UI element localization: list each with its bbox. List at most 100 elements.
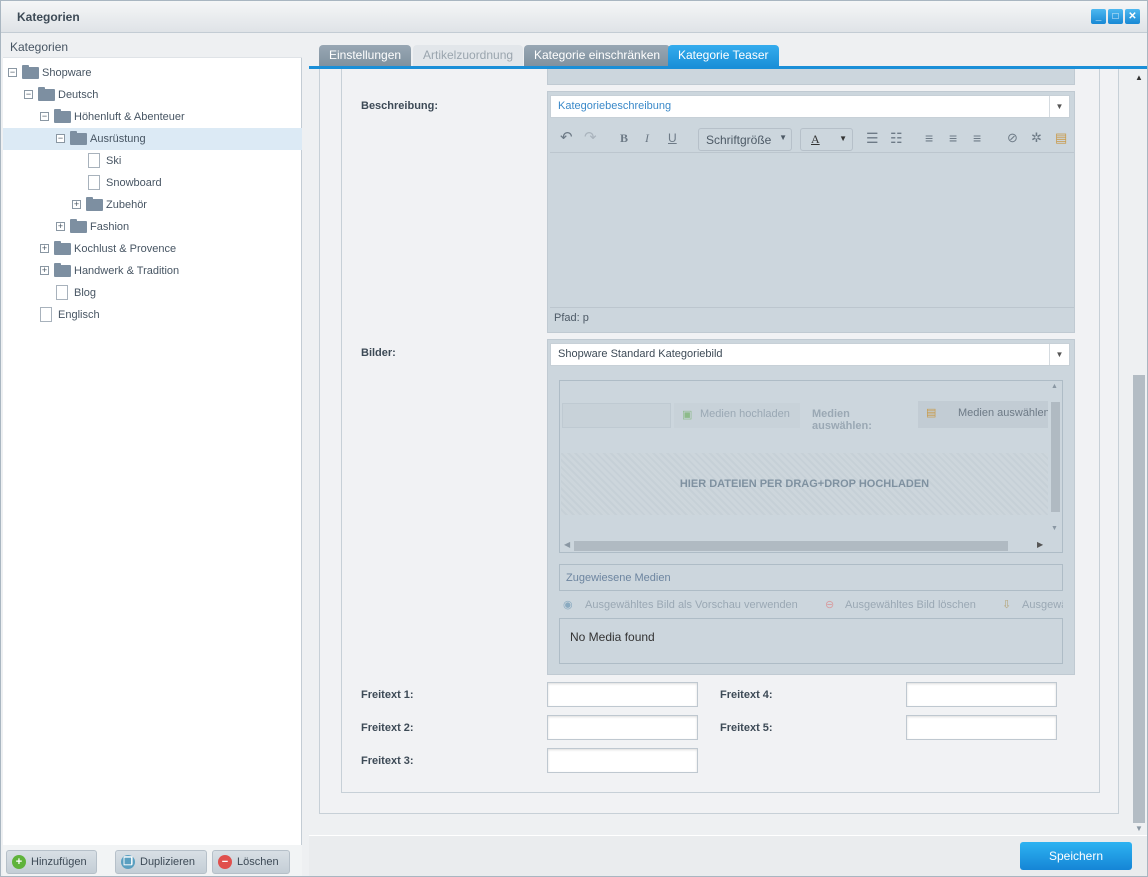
tree-node[interactable]: − Höhenluft & Abenteuer xyxy=(3,106,302,128)
underline-button[interactable]: U xyxy=(668,123,677,153)
freetext-3-label: Freitext 3: xyxy=(361,755,414,767)
assigned-media-toolbar: ◉ Ausgewähltes Bild als Vorschau verwende… xyxy=(563,598,1063,614)
font-color-button[interactable]: A ▼ xyxy=(800,128,853,151)
freetext-3-input[interactable] xyxy=(547,748,698,773)
vertical-scrollbar[interactable]: ▲ ▼ xyxy=(1049,381,1062,539)
images-select[interactable]: Shopware Standard Kategoriebild ▼ xyxy=(550,343,1070,366)
tree-node-label: Blog xyxy=(74,287,97,299)
add-label: Hinzufügen xyxy=(31,856,87,868)
align-center-icon[interactable]: ≡ xyxy=(949,123,957,153)
freetext-1-label: Freitext 1: xyxy=(361,689,414,701)
bold-button[interactable]: B xyxy=(620,123,628,153)
expand-icon[interactable]: + xyxy=(72,200,81,209)
freetext-1-input[interactable] xyxy=(547,682,698,707)
scroll-up-icon[interactable]: ▲ xyxy=(1135,73,1143,82)
tab-artikelzuordnung[interactable]: Artikelzuordnung xyxy=(413,45,524,67)
collapse-icon[interactable]: − xyxy=(56,134,65,143)
assigned-media-header: Zugewiesene Medien xyxy=(559,564,1063,591)
media-icon[interactable]: ▤ xyxy=(1055,123,1067,153)
align-right-icon[interactable]: ≡ xyxy=(973,123,981,153)
tree-node[interactable]: − Shopware xyxy=(3,62,302,84)
save-button[interactable]: Speichern xyxy=(1020,842,1132,870)
tree-node[interactable]: − Deutsch xyxy=(3,84,302,106)
freetext-4-input[interactable] xyxy=(906,682,1057,707)
document-icon xyxy=(88,175,100,190)
scroll-thumb[interactable] xyxy=(574,541,1008,551)
freetext-2-input[interactable] xyxy=(547,715,698,740)
folder-icon xyxy=(54,263,71,277)
form-scrollbar[interactable]: ▲ ▼ xyxy=(1131,69,1147,835)
scroll-down-icon[interactable]: ▼ xyxy=(1051,525,1058,532)
tree-node-label: Zubehör xyxy=(106,199,147,211)
delete-image-action: Ausgewähltes Bild löschen xyxy=(845,599,976,611)
tree-node-label: Kochlust & Provence xyxy=(74,243,177,255)
tree-toolbar: + Hinzufügen ❐ Duplizieren − Löschen xyxy=(3,845,302,876)
italic-button[interactable]: I xyxy=(645,123,649,153)
tab-kategorie-teaser[interactable]: Kategorie Teaser xyxy=(668,45,779,67)
numbered-list-icon[interactable]: ☷ xyxy=(890,123,903,153)
folder-icon xyxy=(38,87,55,101)
add-button[interactable]: + Hinzufügen xyxy=(6,850,97,874)
tree-node-label: Snowboard xyxy=(106,177,162,189)
description-label: Beschreibung: xyxy=(361,100,439,112)
tree-node[interactable]: Englisch xyxy=(3,304,302,326)
expand-icon[interactable]: + xyxy=(40,266,49,275)
plus-icon: + xyxy=(12,855,26,869)
scroll-down-icon[interactable]: ▼ xyxy=(1135,824,1143,833)
folder-icon xyxy=(86,197,103,211)
scroll-thumb[interactable] xyxy=(1051,402,1060,512)
editor-path: Pfad: p xyxy=(550,307,1074,329)
document-icon xyxy=(88,153,100,168)
freetext-5-input[interactable] xyxy=(906,715,1057,740)
description-select-value: Kategoriebeschreibung xyxy=(558,100,672,112)
tab-kategorie-einschraenken[interactable]: Kategorie einschränken xyxy=(524,45,671,67)
upload-file-field xyxy=(562,403,671,428)
folder-icon xyxy=(70,219,87,233)
collapse-icon[interactable]: − xyxy=(8,68,17,77)
tree-node[interactable]: + Zubehör xyxy=(3,194,302,216)
undo-icon[interactable]: ↶ xyxy=(560,123,573,153)
minimize-icon[interactable]: _ xyxy=(1091,9,1106,24)
scroll-left-icon[interactable]: ◀ xyxy=(564,540,570,549)
chevron-down-icon: ▼ xyxy=(839,134,847,143)
tree-node[interactable]: + Handwerk & Tradition xyxy=(3,260,302,282)
scroll-right-icon[interactable]: ▶ xyxy=(1037,540,1043,549)
copy-icon: ❐ xyxy=(121,855,135,869)
chevron-down-icon: ▼ xyxy=(779,133,787,142)
collapse-icon[interactable]: − xyxy=(24,90,33,99)
redo-icon[interactable]: ↷ xyxy=(584,123,597,153)
align-left-icon[interactable]: ≡ xyxy=(925,123,933,153)
window-titlebar: Kategorien _ □ ✕ xyxy=(1,1,1147,33)
images-select-value: Shopware Standard Kategoriebild xyxy=(558,348,723,360)
font-size-select[interactable]: Schriftgröße ▼ xyxy=(698,128,792,151)
tree-node[interactable]: + Kochlust & Provence xyxy=(3,238,302,260)
tab-einstellungen[interactable]: Einstellungen xyxy=(319,45,412,67)
duplicate-button[interactable]: ❐ Duplizieren xyxy=(115,850,207,874)
close-icon[interactable]: ✕ xyxy=(1125,9,1140,24)
tree-node[interactable]: + Fashion xyxy=(3,216,302,238)
expand-icon[interactable]: + xyxy=(56,222,65,231)
assigned-media-empty: No Media found xyxy=(559,618,1063,664)
tree-node-label: Höhenluft & Abenteuer xyxy=(74,111,185,123)
tree-node[interactable]: − Ausrüstung xyxy=(3,128,302,150)
unlink-icon[interactable]: ✲ xyxy=(1031,123,1042,153)
collapse-icon[interactable]: − xyxy=(40,112,49,121)
select-media-button-label: Medien auswählen xyxy=(958,407,1048,419)
tree-node[interactable]: Ski xyxy=(3,150,302,172)
bullet-list-icon[interactable]: ☰ xyxy=(866,123,879,153)
scroll-thumb[interactable] xyxy=(1133,375,1145,823)
expand-icon[interactable]: + xyxy=(40,244,49,253)
tree-node-label: Fashion xyxy=(90,221,130,233)
delete-button[interactable]: − Löschen xyxy=(212,850,290,874)
tree-node[interactable]: Snowboard xyxy=(3,172,302,194)
dropzone: HIER DATEIEN PER DRAG+DROP HOCHLADEN xyxy=(561,453,1048,515)
link-icon[interactable]: ⊘ xyxy=(1007,123,1018,153)
image-add-icon: ▣ xyxy=(682,409,693,421)
maximize-icon[interactable]: □ xyxy=(1108,9,1123,24)
scroll-up-icon[interactable]: ▲ xyxy=(1051,383,1058,390)
tree-node[interactable]: Blog xyxy=(3,282,302,304)
tree-node-label: Handwerk & Tradition xyxy=(74,265,180,277)
window-title: Kategorien xyxy=(17,10,80,24)
description-select[interactable]: Kategoriebeschreibung ▼ xyxy=(550,95,1070,118)
horizontal-scrollbar[interactable]: ◀ ▶ xyxy=(560,539,1049,552)
